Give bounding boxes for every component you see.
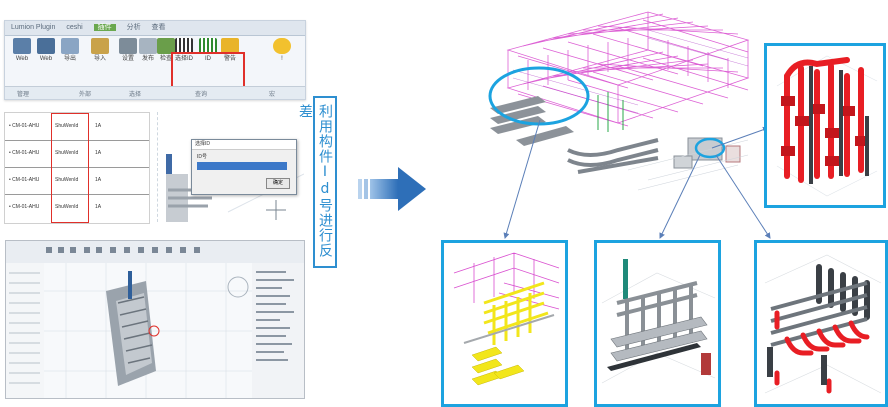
detail-box-grey-equipment bbox=[594, 240, 721, 407]
red-risers-model bbox=[776, 55, 878, 197]
detail-box-red-risers bbox=[764, 43, 886, 208]
grey-equipment-model bbox=[601, 259, 716, 384]
detail-box-red-black-pipes bbox=[754, 240, 888, 407]
red-black-pipes-model bbox=[764, 254, 882, 394]
yellow-pipes-model bbox=[453, 252, 560, 386]
detail-box-yellow-pipes bbox=[441, 240, 568, 407]
